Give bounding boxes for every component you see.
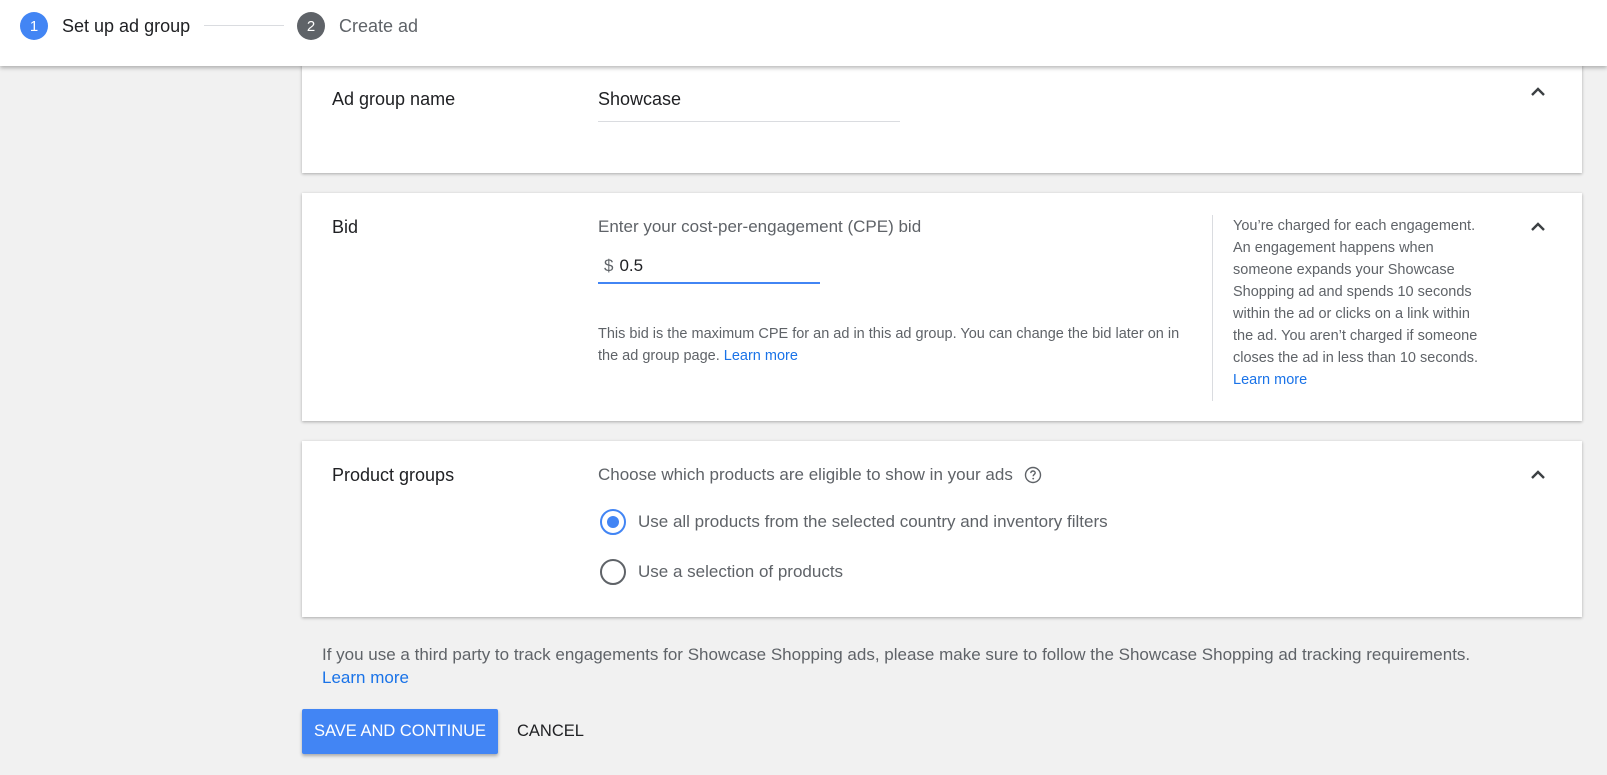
radio-checked-icon[interactable] bbox=[600, 509, 626, 535]
bid-title: Bid bbox=[332, 217, 359, 237]
product-groups-prompt-text: Choose which products are eligible to sh… bbox=[598, 465, 1013, 484]
step-label-2: Create ad bbox=[339, 15, 419, 36]
bid-card: Bid Enter your cost-per-engagement (CPE)… bbox=[302, 193, 1582, 421]
bid-help-body: This bid is the maximum CPE for an ad in… bbox=[598, 326, 1180, 364]
step-number-1: 1 bbox=[20, 12, 48, 40]
ad-group-name-input[interactable]: Showcase bbox=[598, 86, 900, 122]
bid-input[interactable]: $ 0.5 bbox=[598, 250, 820, 284]
currency-symbol: $ bbox=[604, 256, 614, 275]
bid-help-text: This bid is the maximum CPE for an ad in… bbox=[598, 323, 1203, 367]
step-label-1: Set up ad group bbox=[62, 15, 191, 36]
step-connector bbox=[204, 25, 284, 26]
stepper-header: 1 Set up ad group 2 Create ad bbox=[0, 0, 1607, 66]
radio-label-all-products: Use all products from the selected count… bbox=[638, 512, 1108, 531]
side-help-learn-more-link[interactable]: Learn more bbox=[1233, 372, 1307, 388]
radio-option-selection[interactable]: Use a selection of products bbox=[600, 559, 843, 585]
bid-value[interactable]: 0.5 bbox=[619, 256, 643, 276]
product-groups-prompt: Choose which products are eligible to sh… bbox=[598, 465, 1042, 485]
help-circle-icon[interactable] bbox=[1024, 466, 1042, 484]
radio-unchecked-icon[interactable] bbox=[600, 559, 626, 585]
bid-side-help: You’re charged for each engagement. An e… bbox=[1233, 215, 1489, 391]
bid-learn-more-link[interactable]: Learn more bbox=[724, 348, 798, 364]
step-number-2: 2 bbox=[297, 12, 325, 40]
chevron-up-icon[interactable] bbox=[1528, 217, 1548, 237]
chevron-up-icon[interactable] bbox=[1528, 465, 1548, 485]
tracking-note-text: If you use a third party to track engage… bbox=[322, 645, 1471, 664]
chevron-up-icon[interactable] bbox=[1528, 82, 1548, 102]
vertical-divider bbox=[1212, 215, 1213, 401]
ad-group-name-title: Ad group name bbox=[332, 89, 456, 109]
step-set-up-ad-group[interactable]: 1 Set up ad group bbox=[20, 12, 190, 40]
save-and-continue-button[interactable]: SAVE AND CONTINUE bbox=[302, 709, 498, 754]
tracking-note: If you use a third party to track engage… bbox=[322, 643, 1502, 689]
product-groups-title: Product groups bbox=[332, 465, 455, 485]
radio-label-selection: Use a selection of products bbox=[638, 562, 844, 581]
cancel-button[interactable]: CANCEL bbox=[509, 709, 592, 754]
bid-prompt: Enter your cost-per-engagement (CPE) bid bbox=[598, 217, 922, 236]
tracking-learn-more-link[interactable]: Learn more bbox=[322, 668, 409, 687]
product-groups-card: Product groups Choose which products are… bbox=[302, 441, 1582, 617]
side-help-body: You’re charged for each engagement. An e… bbox=[1233, 218, 1479, 366]
radio-option-all-products[interactable]: Use all products from the selected count… bbox=[600, 509, 1108, 535]
step-create-ad[interactable]: 2 Create ad bbox=[297, 12, 418, 40]
ad-group-name-card: Ad group name Showcase bbox=[302, 64, 1582, 173]
